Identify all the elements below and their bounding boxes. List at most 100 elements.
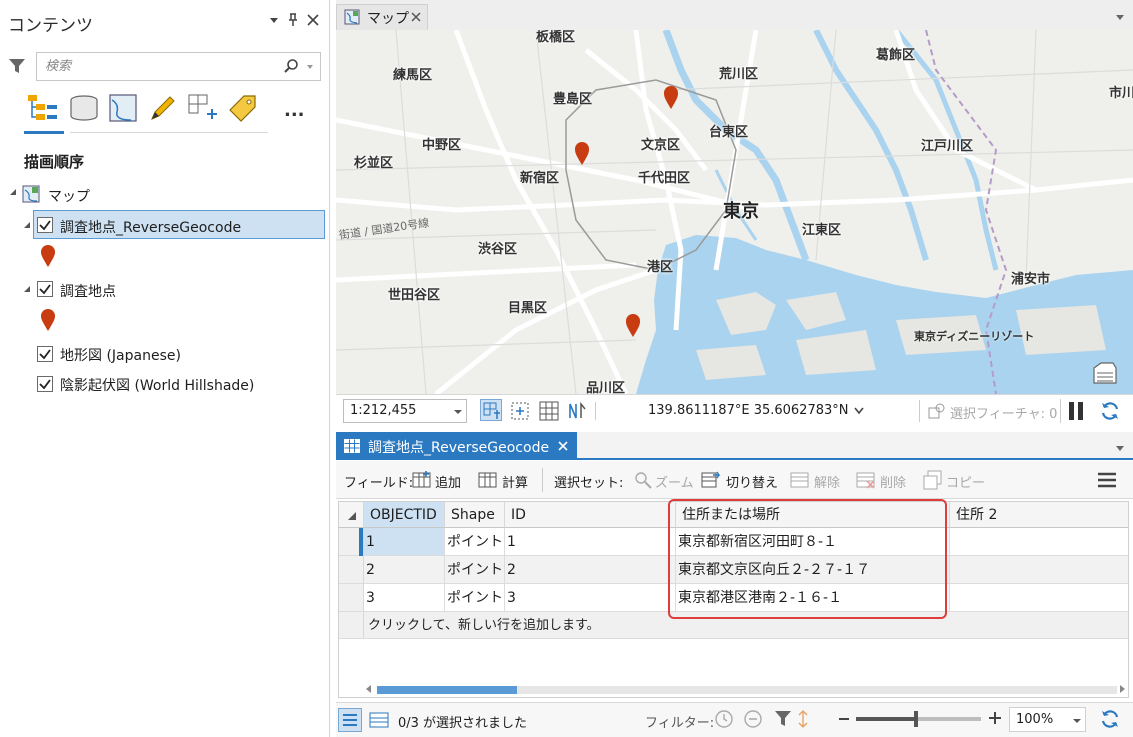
row-header[interactable] <box>339 584 364 612</box>
column-header-shape[interactable]: Shape <box>445 502 505 528</box>
switch-selection-button[interactable]: 切り替え <box>726 472 778 491</box>
layer2-label[interactable]: 調査地点 <box>60 281 116 301</box>
labeling-icon[interactable] <box>226 92 260 124</box>
refresh-table-icon[interactable] <box>1099 708 1121 730</box>
scale-dropdown-icon[interactable] <box>454 408 462 416</box>
layer4-label[interactable]: 陰影起伏図 (World Hillshade) <box>60 375 254 395</box>
extent-filter-icon[interactable] <box>773 709 793 729</box>
basemap-gallery-icon[interactable] <box>1091 360 1119 386</box>
table-cell[interactable]: 2 <box>505 556 676 584</box>
table-cell[interactable]: ポイント Z <box>445 584 505 612</box>
filter-icon[interactable] <box>8 57 26 75</box>
select-all-icon[interactable] <box>339 502 364 528</box>
zoom-slider-track[interactable] <box>856 711 981 727</box>
expand-layer1-icon[interactable] <box>22 220 32 230</box>
sort-filter-icon[interactable] <box>796 709 810 729</box>
status-divider <box>595 402 596 420</box>
close-table-tab-icon[interactable] <box>557 440 569 452</box>
grid-snap-icon[interactable] <box>480 399 502 421</box>
close-pane-icon[interactable] <box>305 12 321 28</box>
north-arrow-icon[interactable] <box>566 400 588 422</box>
search-box[interactable] <box>36 52 321 81</box>
map-node-label[interactable]: マップ <box>48 186 90 206</box>
layout-snap-icon[interactable] <box>509 400 531 422</box>
pane-menu-icon[interactable] <box>266 12 282 28</box>
search-icon[interactable] <box>283 58 299 74</box>
column-header-objectid[interactable]: OBJECTID <box>364 502 445 528</box>
calculate-field-icon[interactable] <box>478 470 498 490</box>
table-cell[interactable]: 1 <box>364 528 445 556</box>
table-cell[interactable]: ポイント Z <box>445 528 505 556</box>
calculate-field-button[interactable]: 計算 <box>502 472 528 491</box>
snapping-icon[interactable] <box>186 92 220 124</box>
scrollbar-thumb[interactable] <box>377 686 517 694</box>
layer1-checkbox[interactable] <box>37 217 53 233</box>
table-cell[interactable]: 1 <box>505 528 676 556</box>
close-map-tab-icon[interactable] <box>410 11 422 23</box>
map-icon <box>22 185 40 203</box>
pause-drawing-button[interactable] <box>1066 400 1086 422</box>
table-cell[interactable]: ポイント Z <box>445 556 505 584</box>
layer1-symbol-icon[interactable] <box>40 244 56 268</box>
layer2-symbol-icon[interactable] <box>40 308 56 332</box>
map-label: 中野区 <box>422 138 462 153</box>
zoom-out-icon[interactable] <box>839 718 849 720</box>
data-source-icon[interactable] <box>68 92 102 124</box>
add-field-button[interactable]: 追加 <box>435 472 461 491</box>
more-options-button[interactable]: ... <box>284 100 305 121</box>
layer3-label[interactable]: 地形図 (Japanese) <box>60 345 181 365</box>
expand-map-icon[interactable] <box>8 187 18 197</box>
column-header-address2[interactable]: 住所 2 <box>950 502 1128 528</box>
edit-icon[interactable] <box>146 92 180 124</box>
scroll-right-icon[interactable] <box>1117 684 1127 694</box>
range-filter-icon[interactable] <box>743 709 763 729</box>
zoom-in-icon[interactable] <box>988 711 1002 725</box>
scroll-left-icon[interactable] <box>364 684 374 694</box>
drawing-order-icon[interactable] <box>26 92 60 124</box>
table-options-menu-icon[interactable] <box>1096 470 1118 490</box>
column-header-id[interactable]: ID <box>505 502 676 528</box>
grid-icon[interactable] <box>538 400 560 422</box>
show-all-records-icon[interactable] <box>338 708 362 732</box>
copy-selection-button: コピー <box>946 476 986 491</box>
zoom-level-selector[interactable]: 100% <box>1009 707 1086 732</box>
zoom-level-dropdown-icon[interactable] <box>1073 717 1081 725</box>
switch-selection-icon[interactable] <box>701 470 721 490</box>
select-features-icon[interactable] <box>928 402 946 420</box>
row-header[interactable] <box>339 528 364 556</box>
table-cell[interactable]: 3 <box>505 584 676 612</box>
layer3-checkbox[interactable] <box>37 346 53 362</box>
add-field-icon[interactable] <box>412 470 432 490</box>
map-tab-menu-icon[interactable] <box>1114 12 1126 22</box>
layer1-label[interactable]: 調査地点_ReverseGeocode <box>60 217 241 237</box>
table-tab[interactable]: 調査地点_ReverseGeocode <box>336 432 577 460</box>
search-input[interactable] <box>43 57 278 76</box>
expand-layer2-icon[interactable] <box>22 284 32 294</box>
delete-selection-button: 削除 <box>880 476 907 491</box>
table-tab-menu-icon[interactable] <box>1114 443 1126 453</box>
layer2-checkbox[interactable] <box>37 281 53 297</box>
refresh-map-icon[interactable] <box>1099 400 1121 422</box>
map-label: 台東区 <box>709 125 749 140</box>
map-view[interactable]: 板橋区 葛飾区 練馬区 荒川区 豊島区 台東区 文京区 中野区 江戸川区 杉並区… <box>336 30 1133 394</box>
coordinate-format-dropdown-icon[interactable] <box>854 407 864 415</box>
table-cell[interactable] <box>950 584 1128 612</box>
copy-selection-icon <box>923 470 943 490</box>
show-selected-records-icon[interactable] <box>368 709 390 731</box>
selection-view-icon[interactable] <box>107 92 141 124</box>
table-cell[interactable]: 2 <box>364 556 445 584</box>
row-header[interactable] <box>339 556 364 584</box>
search-dropdown-icon[interactable] <box>305 62 315 72</box>
table-cell[interactable]: 3 <box>364 584 445 612</box>
table-cell[interactable] <box>950 528 1128 556</box>
time-filter-icon[interactable] <box>714 709 734 729</box>
table-cell[interactable] <box>950 556 1128 584</box>
selected-features-count: 選択フィーチャ: 0 <box>950 407 1058 422</box>
horizontal-scrollbar[interactable] <box>377 686 1117 694</box>
layer4-checkbox[interactable] <box>37 376 53 392</box>
map-tab[interactable]: マップ <box>336 4 428 30</box>
new-row-header <box>339 612 364 639</box>
pin-icon[interactable] <box>285 12 301 28</box>
zoom-slider-thumb[interactable] <box>914 711 918 727</box>
scale-selector[interactable]: 1:212,455 <box>343 399 467 423</box>
